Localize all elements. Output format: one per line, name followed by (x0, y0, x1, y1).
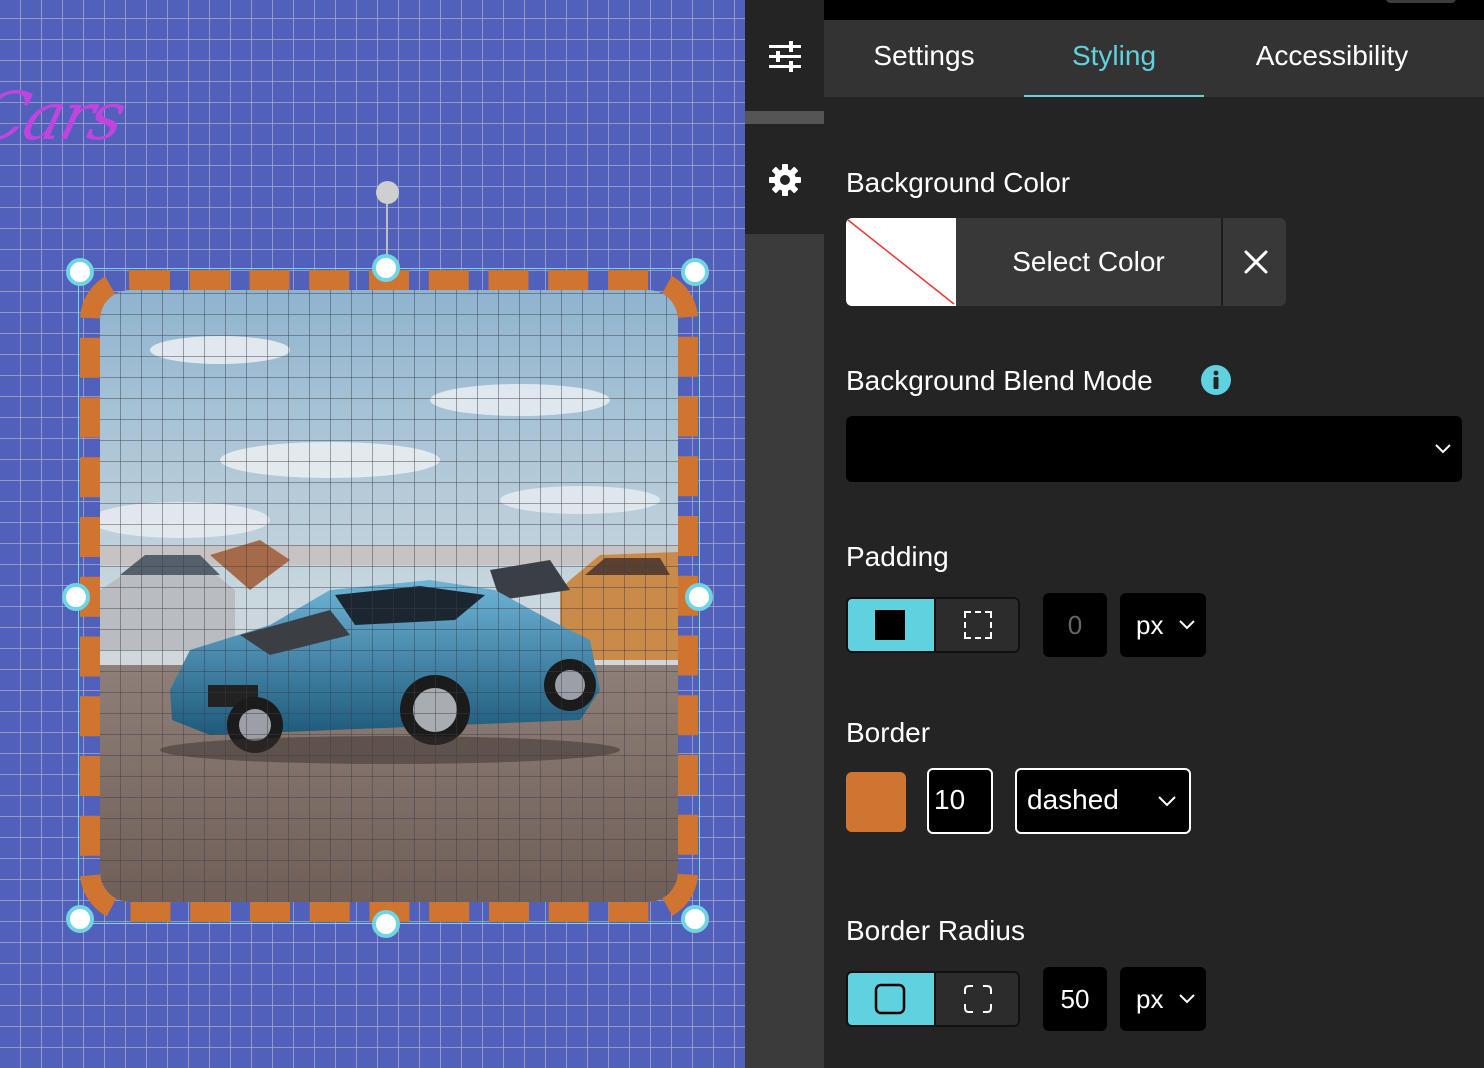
border-radius-label: Border Radius (846, 915, 1025, 946)
topbar-handle[interactable] (1386, 0, 1456, 3)
resize-handle-top-right[interactable] (681, 258, 709, 286)
chevron-down-icon (1157, 795, 1177, 807)
border-radius-mode-toggle (846, 971, 1020, 1027)
border-style-value: dashed (1027, 784, 1119, 815)
border-label: Border (846, 717, 931, 748)
rotate-stem (386, 196, 388, 260)
tab-styling[interactable]: Styling (1024, 20, 1204, 97)
padding-value-input[interactable]: 0 (1043, 593, 1107, 657)
clear-color-button[interactable] (1221, 218, 1286, 306)
strip-divider (745, 111, 824, 124)
border-color-swatch[interactable] (846, 772, 906, 832)
blend-mode-select[interactable] (846, 416, 1462, 482)
rotate-handle[interactable] (376, 181, 399, 204)
border-style-select[interactable]: dashed (1015, 768, 1191, 834)
styling-panel: Settings Styling Accessibility Backgroun… (824, 0, 1484, 1068)
border-radius-value-input[interactable]: 50 (1043, 967, 1107, 1031)
panel-topbar (824, 0, 1484, 20)
border-width-input[interactable]: 10 (927, 768, 993, 834)
no-color-swatch[interactable] (846, 218, 956, 306)
resize-handle-top-left[interactable] (66, 258, 94, 286)
padding-unit-select[interactable]: px (1120, 593, 1206, 657)
panel-icon-strip (745, 0, 824, 1068)
corners-icon (964, 985, 992, 1013)
padding-individual-sides-option[interactable] (934, 599, 1018, 651)
resize-handle-bottom-left[interactable] (66, 905, 94, 933)
padding-all-sides-option[interactable] (848, 599, 934, 651)
square-filled-icon (875, 610, 905, 640)
background-color-label: Background Color (846, 167, 1071, 198)
design-canvas[interactable]: Cars (0, 0, 745, 1068)
styling-panel-toggle[interactable] (745, 0, 824, 111)
blend-mode-label: Background Blend Mode (846, 365, 1153, 396)
chevron-down-icon (1178, 993, 1196, 1005)
padding-unit-value: px (1136, 610, 1164, 640)
chevron-down-icon (1178, 619, 1196, 631)
resize-handle-right[interactable] (685, 583, 713, 611)
sides-outline-icon (964, 611, 992, 639)
image-element[interactable] (80, 270, 698, 922)
border-radius-unit-select[interactable]: px (1120, 967, 1206, 1031)
settings-panel-toggle[interactable] (745, 124, 824, 234)
radius-individual-corners-option[interactable] (934, 973, 1018, 1025)
info-icon[interactable] (1200, 364, 1232, 396)
resize-handle-bottom-right[interactable] (681, 905, 709, 933)
radius-all-corners-option[interactable] (848, 973, 934, 1025)
resize-handle-bottom[interactable] (372, 910, 400, 938)
sliders-icon[interactable] (767, 38, 803, 74)
rounded-square-icon (874, 983, 906, 1015)
chevron-down-icon (1434, 443, 1452, 455)
tab-accessibility[interactable]: Accessibility (1224, 20, 1440, 97)
resize-handle-top[interactable] (372, 254, 400, 282)
close-icon (1244, 250, 1268, 274)
tab-settings[interactable]: Settings (824, 20, 1024, 97)
logo-text[interactable]: Cars (0, 78, 131, 155)
border-radius-unit-value: px (1136, 984, 1164, 1014)
gear-icon[interactable] (767, 162, 803, 198)
resize-handle-left[interactable] (62, 583, 90, 611)
padding-mode-toggle (846, 597, 1020, 653)
background-color-picker: Select Color (846, 218, 1286, 306)
panel-tabs: Settings Styling Accessibility (824, 20, 1484, 97)
padding-label: Padding (846, 541, 949, 572)
select-color-button[interactable]: Select Color (956, 218, 1221, 306)
image-grid-overlay (100, 290, 678, 902)
